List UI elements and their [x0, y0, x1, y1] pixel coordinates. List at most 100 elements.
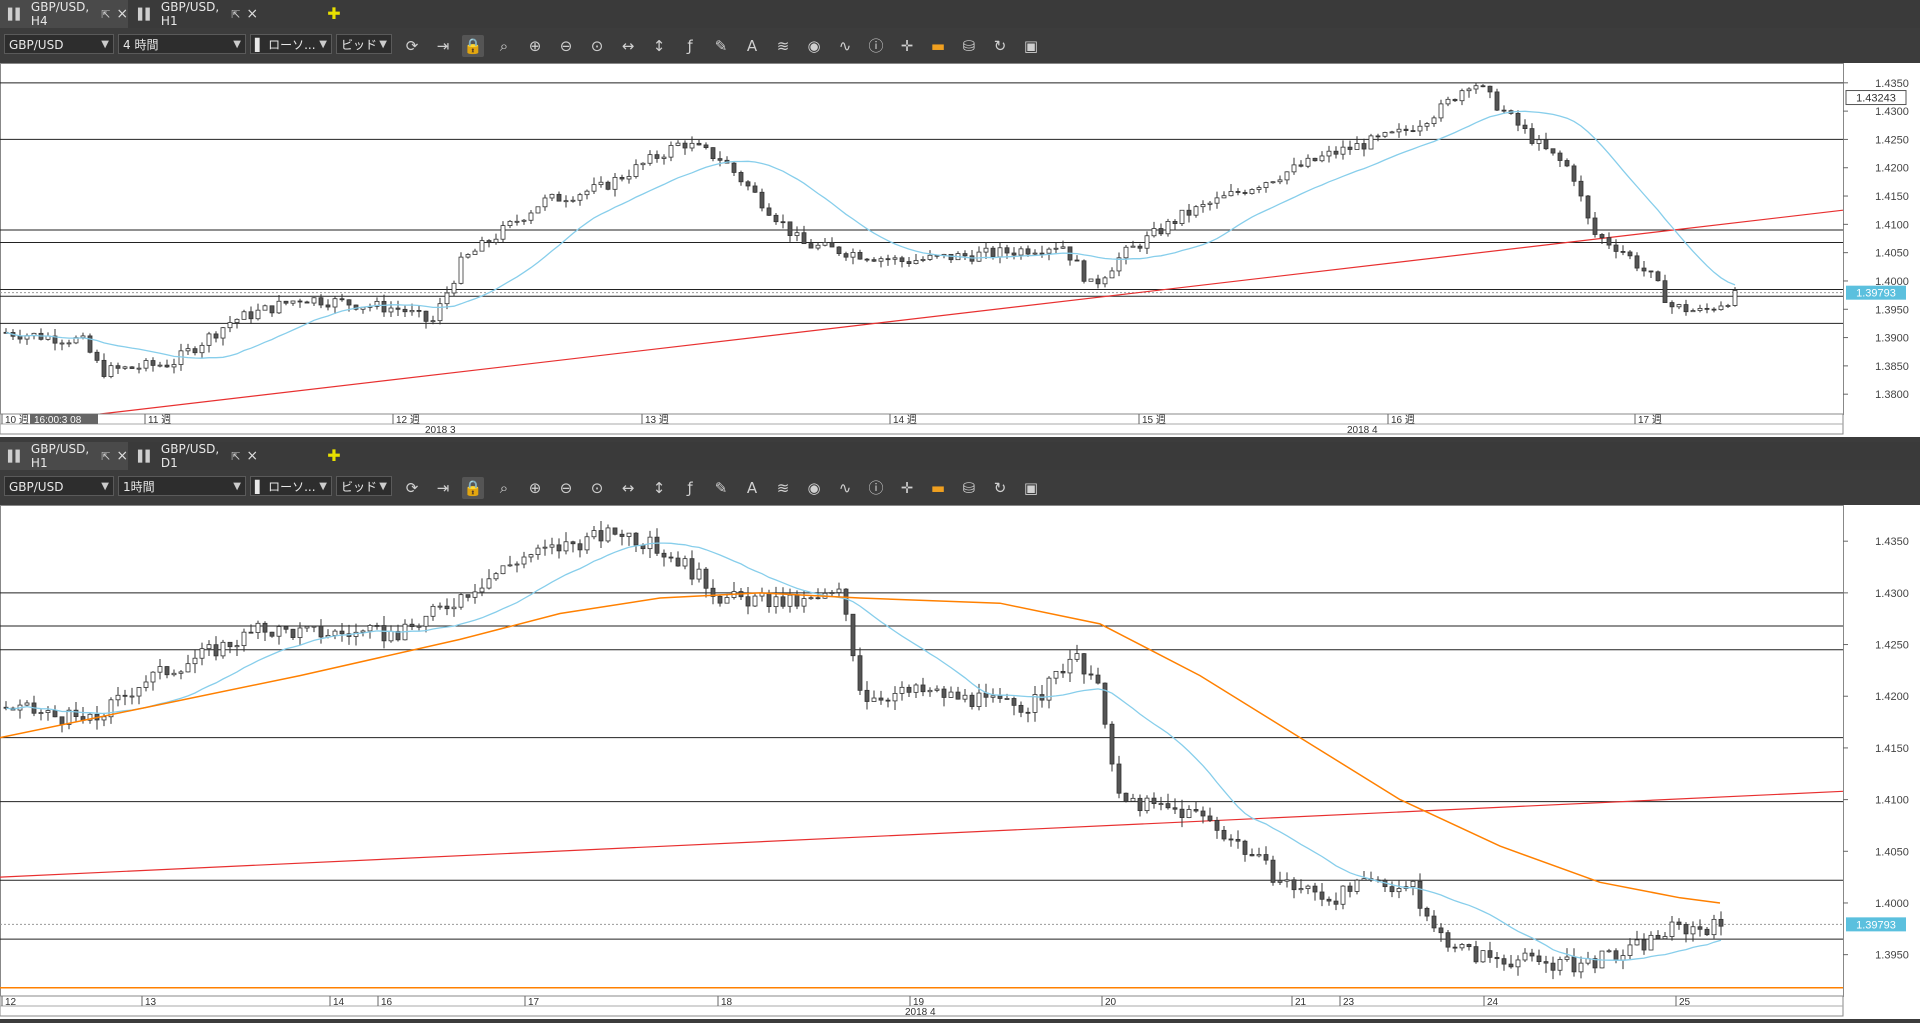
- zoom-in-icon[interactable]: ⊕: [524, 477, 546, 499]
- popout-icon[interactable]: ⇱: [231, 450, 240, 463]
- candle-body: [1606, 237, 1612, 246]
- indicators-icon[interactable]: ƒ: [679, 35, 701, 57]
- candle-body: [1466, 944, 1472, 948]
- chart-type-select[interactable]: ▌ ローソ... ▼: [250, 34, 332, 54]
- layers-icon[interactable]: ≋: [772, 35, 794, 57]
- zoom-in-icon[interactable]: ⊕: [524, 35, 546, 57]
- candle-body: [143, 360, 149, 369]
- popout-icon[interactable]: ⇱: [101, 450, 110, 463]
- chart-bottom-h1[interactable]: 1.4350 1.4300 1.4250 1.4200 1.4150 1.4100 1.40…: [0, 505, 1920, 1019]
- text-tool-icon[interactable]: A: [741, 477, 763, 499]
- info-icon[interactable]: ⓘ: [865, 35, 887, 57]
- candle-body: [1305, 157, 1311, 167]
- candle-body: [1060, 246, 1066, 249]
- close-icon[interactable]: ×: [246, 6, 258, 22]
- zoom-reset-icon[interactable]: ⊙: [586, 477, 608, 499]
- candle-body: [1025, 248, 1031, 255]
- candle-body: [1256, 854, 1262, 857]
- ruler-icon[interactable]: ▬: [927, 477, 949, 499]
- candle-body: [381, 300, 387, 313]
- save-icon[interactable]: ▣: [1020, 35, 1042, 57]
- text-tool-icon[interactable]: A: [741, 35, 763, 57]
- candle-body: [780, 596, 786, 607]
- popout-icon[interactable]: ⇱: [101, 8, 110, 21]
- reload-circle-icon[interactable]: ↻: [989, 35, 1011, 57]
- candle-body: [1074, 653, 1080, 660]
- candle-body: [59, 342, 65, 345]
- candle-body: [1270, 859, 1276, 883]
- popout-icon[interactable]: ⇱: [231, 8, 240, 21]
- candle-body: [549, 544, 555, 548]
- visibility-eye-icon[interactable]: ◉: [803, 35, 825, 57]
- draw-pencil-icon[interactable]: ✎: [710, 477, 732, 499]
- horizontal-scale-icon[interactable]: ↔: [617, 477, 639, 499]
- symbol-select[interactable]: GBP/USD ▼: [4, 34, 114, 54]
- candle-body: [1641, 267, 1647, 272]
- paint-bucket-icon[interactable]: ⛁: [958, 35, 980, 57]
- time-tick-label: 18: [721, 997, 733, 1008]
- zoom-reset-icon[interactable]: ⊙: [586, 35, 608, 57]
- info-icon[interactable]: ⓘ: [865, 477, 887, 499]
- candle-body: [1165, 803, 1171, 809]
- save-icon[interactable]: ▣: [1020, 477, 1042, 499]
- scroll-end-icon[interactable]: ⇥: [432, 35, 454, 57]
- tab-gbpusd-h4[interactable]: ▌▌ GBP/USD, H4 ⇱ ×: [0, 0, 128, 28]
- close-icon[interactable]: ×: [116, 6, 128, 22]
- zoom-out-icon[interactable]: ⊖: [555, 477, 577, 499]
- candle-body: [633, 532, 639, 546]
- layers-icon[interactable]: ≋: [772, 477, 794, 499]
- timeframe-select[interactable]: 1時間 ▼: [118, 476, 246, 496]
- candle-body: [437, 605, 443, 608]
- paint-bucket-icon[interactable]: ⛁: [958, 477, 980, 499]
- zoom-fit-icon[interactable]: ⌕: [493, 35, 515, 57]
- candle-body: [290, 628, 296, 638]
- price-type-select[interactable]: ビッド ▼: [336, 34, 392, 54]
- candle-body: [199, 344, 205, 354]
- candle-body: [962, 253, 968, 257]
- tab-gbpusd-h1[interactable]: ▌▌ GBP/USD, H1 ⇱ ×: [0, 442, 128, 470]
- crosshair-icon[interactable]: ✛: [896, 35, 918, 57]
- close-icon[interactable]: ×: [246, 448, 258, 464]
- chart-top-svg[interactable]: 1.4350 1.4300 1.4250 1.4200 1.4150 1.4100 1.40…: [0, 63, 1920, 437]
- ruler-icon[interactable]: ▬: [927, 35, 949, 57]
- crosshair-icon[interactable]: ✛: [896, 477, 918, 499]
- vertical-scale-icon[interactable]: ↕: [648, 477, 670, 499]
- chart-type-select[interactable]: ▌ ローソ... ▼: [250, 476, 332, 496]
- plot-area: [0, 505, 1844, 997]
- indicators-icon[interactable]: ƒ: [679, 477, 701, 499]
- scroll-end-icon[interactable]: ⇥: [432, 477, 454, 499]
- candle-body: [1543, 139, 1549, 150]
- tab-gbpusd-d1[interactable]: ▌▌ GBP/USD, D1 ⇱ ×: [130, 442, 258, 470]
- tab-gbpusd-h1[interactable]: ▌▌ GBP/USD, H1 ⇱ ×: [130, 0, 258, 28]
- candle-body: [675, 142, 681, 146]
- visibility-eye-icon[interactable]: ◉: [803, 477, 825, 499]
- wave-indicator-icon[interactable]: ∿: [834, 477, 856, 499]
- symbol-select[interactable]: GBP/USD ▼: [4, 476, 114, 496]
- lock-icon[interactable]: 🔒: [462, 477, 484, 499]
- refresh-icon[interactable]: ⟳: [401, 35, 423, 57]
- add-chart-icon[interactable]: ✚: [324, 446, 344, 466]
- candle-body: [122, 694, 128, 697]
- candle-body: [1109, 270, 1115, 279]
- zoom-out-icon[interactable]: ⊖: [555, 35, 577, 57]
- draw-pencil-icon[interactable]: ✎: [710, 35, 732, 57]
- timeframe-select[interactable]: 4 時間 ▼: [118, 34, 246, 54]
- close-icon[interactable]: ×: [116, 448, 128, 464]
- chart-top-h4[interactable]: 1.4350 1.4300 1.4250 1.4200 1.4150 1.4100 1.40…: [0, 63, 1920, 437]
- price-type-select[interactable]: ビッド ▼: [336, 476, 392, 496]
- add-chart-icon[interactable]: ✚: [324, 4, 344, 24]
- candle-body: [745, 596, 751, 607]
- refresh-icon[interactable]: ⟳: [401, 477, 423, 499]
- vertical-scale-icon[interactable]: ↕: [648, 35, 670, 57]
- zoom-fit-icon[interactable]: ⌕: [493, 477, 515, 499]
- chart-bottom-svg[interactable]: 1.4350 1.4300 1.4250 1.4200 1.4150 1.4100 1.40…: [0, 505, 1920, 1019]
- candle-body: [1242, 840, 1248, 855]
- lock-icon[interactable]: 🔒: [462, 35, 484, 57]
- reload-circle-icon[interactable]: ↻: [989, 477, 1011, 499]
- horizontal-scale-icon[interactable]: ↔: [617, 35, 639, 57]
- time-tick-label: 21: [1295, 997, 1307, 1008]
- candle-body: [1697, 307, 1703, 311]
- wave-indicator-icon[interactable]: ∿: [834, 35, 856, 57]
- candle-chart-icon: ▌▌: [8, 449, 24, 463]
- candle-body: [829, 242, 835, 248]
